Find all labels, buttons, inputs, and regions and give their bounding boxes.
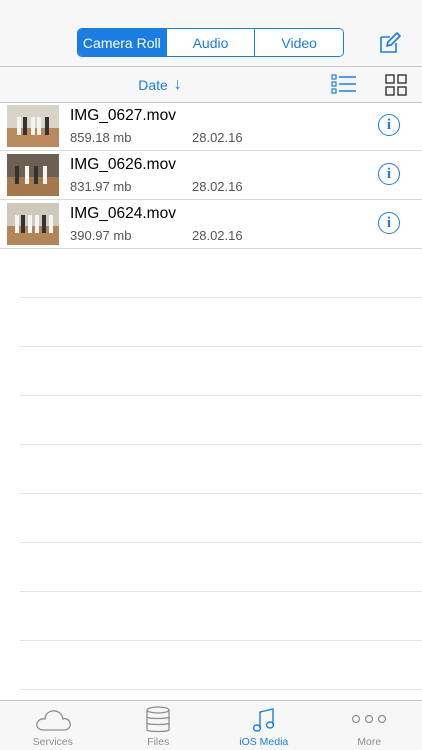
empty-row-divider — [20, 297, 422, 298]
empty-row-divider — [20, 542, 422, 543]
empty-row-divider — [20, 689, 422, 690]
file-date: 28.02.16 — [192, 179, 243, 194]
more-dots-icon — [352, 714, 387, 724]
empty-row-divider — [20, 493, 422, 494]
tab-label: Files — [147, 736, 170, 748]
music-note-icon — [252, 708, 274, 732]
info-icon[interactable]: i — [378, 114, 400, 136]
file-name: IMG_0624.mov — [70, 205, 176, 222]
empty-row-divider — [20, 444, 422, 445]
info-icon[interactable]: i — [378, 163, 400, 185]
empty-row-divider — [20, 395, 422, 396]
file-date: 28.02.16 — [192, 130, 243, 145]
file-size: 390.97 mb — [70, 228, 132, 243]
navigation-bar: Camera Roll Audio Video — [0, 0, 422, 67]
media-type-segmented-control: Camera Roll Audio Video — [77, 28, 344, 57]
file-row[interactable]: IMG_0624.mov 390.97 mb 28.02.16 i — [0, 200, 422, 249]
empty-row-divider — [20, 346, 422, 347]
file-size: 859.18 mb — [70, 130, 132, 145]
segment-audio[interactable]: Audio — [165, 29, 255, 56]
sort-bar: Date ↓ — [0, 67, 422, 103]
list-view-icon[interactable] — [331, 74, 357, 94]
sort-direction-arrow-icon: ↓ — [173, 75, 182, 93]
empty-row-divider — [20, 591, 422, 592]
file-list: IMG_0627.mov 859.18 mb 28.02.16 i IMG_06… — [0, 102, 422, 249]
tab-ios-media[interactable]: iOS Media — [211, 701, 317, 750]
video-thumbnail — [7, 154, 59, 196]
tab-files[interactable]: Files — [106, 701, 212, 750]
sort-by-date-button[interactable]: Date ↓ — [0, 67, 320, 102]
database-icon — [146, 706, 170, 733]
segment-camera-roll[interactable]: Camera Roll — [78, 29, 166, 56]
file-size: 831.97 mb — [70, 179, 132, 194]
tab-label: Services — [32, 736, 73, 748]
tab-label: More — [357, 736, 382, 748]
file-name: IMG_0627.mov — [70, 107, 176, 124]
edit-icon[interactable] — [377, 31, 401, 55]
file-row[interactable]: IMG_0627.mov 859.18 mb 28.02.16 i — [0, 102, 422, 151]
video-thumbnail — [7, 105, 59, 147]
video-thumbnail — [7, 203, 59, 245]
cloud-icon — [35, 710, 71, 731]
file-name: IMG_0626.mov — [70, 156, 176, 173]
file-row[interactable]: IMG_0626.mov 831.97 mb 28.02.16 i — [0, 151, 422, 200]
tab-label: iOS Media — [239, 736, 289, 748]
tab-services[interactable]: Services — [0, 701, 106, 750]
info-icon[interactable]: i — [378, 212, 400, 234]
file-date: 28.02.16 — [192, 228, 243, 243]
segment-video[interactable]: Video — [254, 29, 343, 56]
tab-bar: Services Files iOS Media More — [0, 700, 422, 750]
empty-row-divider — [20, 640, 422, 641]
grid-view-icon[interactable] — [385, 74, 407, 96]
sort-label: Date — [138, 76, 168, 93]
tab-more[interactable]: More — [317, 701, 422, 750]
